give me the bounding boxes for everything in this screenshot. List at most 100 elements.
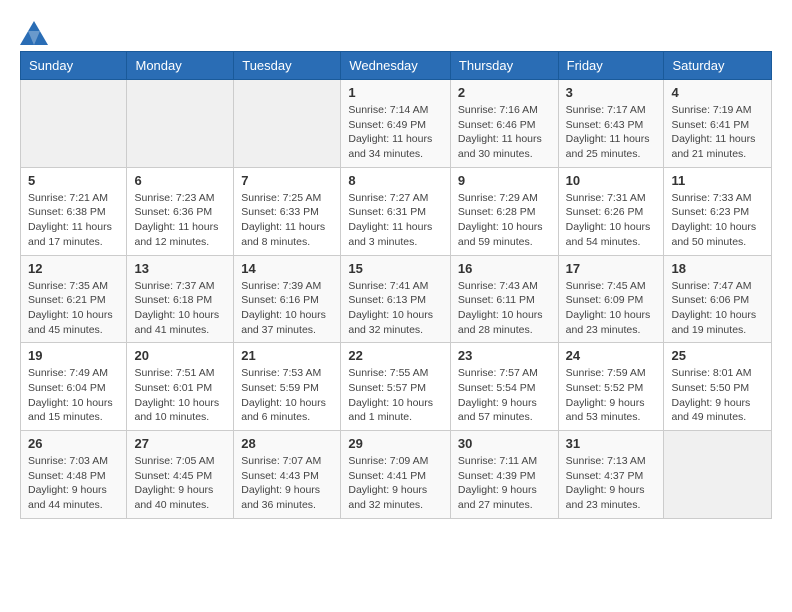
- calendar-week-row: 12Sunrise: 7:35 AM Sunset: 6:21 PM Dayli…: [21, 255, 772, 343]
- day-number: 3: [566, 85, 657, 100]
- day-number: 13: [134, 261, 226, 276]
- day-info: Sunrise: 7:05 AM Sunset: 4:45 PM Dayligh…: [134, 454, 226, 513]
- day-info: Sunrise: 7:31 AM Sunset: 6:26 PM Dayligh…: [566, 191, 657, 250]
- day-number: 16: [458, 261, 551, 276]
- day-number: 28: [241, 436, 333, 451]
- day-info: Sunrise: 7:37 AM Sunset: 6:18 PM Dayligh…: [134, 279, 226, 338]
- calendar-cell: 19 Sunrise: 7:49 AM Sunset: 6:04 PM Dayli…: [21, 343, 127, 431]
- day-info: Sunrise: 7:41 AM Sunset: 6:13 PM Dayligh…: [348, 279, 443, 338]
- day-header-friday: Friday: [558, 52, 664, 80]
- day-number: 18: [671, 261, 764, 276]
- day-number: 14: [241, 261, 333, 276]
- day-number: 19: [28, 348, 119, 363]
- calendar-cell: [664, 431, 772, 519]
- day-info: Sunrise: 7:55 AM Sunset: 5:57 PM Dayligh…: [348, 366, 443, 425]
- day-info: Sunrise: 7:53 AM Sunset: 5:59 PM Dayligh…: [241, 366, 333, 425]
- day-info: Sunrise: 7:59 AM Sunset: 5:52 PM Dayligh…: [566, 366, 657, 425]
- calendar-cell: 17 Sunrise: 7:45 AM Sunset: 6:09 PM Dayli…: [558, 255, 664, 343]
- calendar-cell: 4Sunrise: 7:19 AM Sunset: 6:41 PM Daylig…: [664, 80, 772, 168]
- day-number: 31: [566, 436, 657, 451]
- calendar-cell: 26 Sunrise: 7:03 AM Sunset: 4:48 PM Dayli…: [21, 431, 127, 519]
- day-number: 9: [458, 173, 551, 188]
- day-number: 8: [348, 173, 443, 188]
- day-number: 26: [28, 436, 119, 451]
- day-info: Sunrise: 7:27 AM Sunset: 6:31 PM Dayligh…: [348, 191, 443, 250]
- logo: [20, 20, 48, 41]
- calendar-week-row: 19 Sunrise: 7:49 AM Sunset: 6:04 PM Dayli…: [21, 343, 772, 431]
- day-info: Sunrise: 7:35 AM Sunset: 6:21 PM Dayligh…: [28, 279, 119, 338]
- calendar-cell: 11 Sunrise: 7:33 AM Sunset: 6:23 PM Dayli…: [664, 167, 772, 255]
- day-number: 11: [671, 173, 764, 188]
- calendar-cell: 1Sunrise: 7:14 AM Sunset: 6:49 PM Daylig…: [341, 80, 451, 168]
- day-header-monday: Monday: [127, 52, 234, 80]
- day-number: 25: [671, 348, 764, 363]
- calendar-cell: 29 Sunrise: 7:09 AM Sunset: 4:41 PM Dayli…: [341, 431, 451, 519]
- day-number: 1: [348, 85, 443, 100]
- calendar-cell: 16 Sunrise: 7:43 AM Sunset: 6:11 PM Dayli…: [450, 255, 558, 343]
- calendar-cell: 13 Sunrise: 7:37 AM Sunset: 6:18 PM Dayli…: [127, 255, 234, 343]
- day-info: Sunrise: 7:47 AM Sunset: 6:06 PM Dayligh…: [671, 279, 764, 338]
- day-info: Sunrise: 7:45 AM Sunset: 6:09 PM Dayligh…: [566, 279, 657, 338]
- day-info: Sunrise: 7:29 AM Sunset: 6:28 PM Dayligh…: [458, 191, 551, 250]
- calendar-cell: [234, 80, 341, 168]
- day-number: 7: [241, 173, 333, 188]
- day-info: Sunrise: 7:07 AM Sunset: 4:43 PM Dayligh…: [241, 454, 333, 513]
- day-info: Sunrise: 7:16 AM Sunset: 6:46 PM Dayligh…: [458, 103, 551, 162]
- calendar-cell: 7 Sunrise: 7:25 AM Sunset: 6:33 PM Daylig…: [234, 167, 341, 255]
- day-number: 30: [458, 436, 551, 451]
- page-header: [20, 20, 772, 41]
- calendar-cell: 15 Sunrise: 7:41 AM Sunset: 6:13 PM Dayli…: [341, 255, 451, 343]
- day-info: Sunrise: 7:33 AM Sunset: 6:23 PM Dayligh…: [671, 191, 764, 250]
- calendar-cell: 5 Sunrise: 7:21 AM Sunset: 6:38 PM Daylig…: [21, 167, 127, 255]
- calendar-cell: 28 Sunrise: 7:07 AM Sunset: 4:43 PM Dayli…: [234, 431, 341, 519]
- calendar-header-row: SundayMondayTuesdayWednesdayThursdayFrid…: [21, 52, 772, 80]
- day-number: 6: [134, 173, 226, 188]
- calendar-week-row: 26 Sunrise: 7:03 AM Sunset: 4:48 PM Dayli…: [21, 431, 772, 519]
- day-info: Sunrise: 7:39 AM Sunset: 6:16 PM Dayligh…: [241, 279, 333, 338]
- calendar-cell: 25 Sunrise: 8:01 AM Sunset: 5:50 PM Dayli…: [664, 343, 772, 431]
- day-info: Sunrise: 7:43 AM Sunset: 6:11 PM Dayligh…: [458, 279, 551, 338]
- day-info: Sunrise: 7:25 AM Sunset: 6:33 PM Dayligh…: [241, 191, 333, 250]
- calendar-cell: 9 Sunrise: 7:29 AM Sunset: 6:28 PM Daylig…: [450, 167, 558, 255]
- day-number: 29: [348, 436, 443, 451]
- day-info: Sunrise: 8:01 AM Sunset: 5:50 PM Dayligh…: [671, 366, 764, 425]
- day-info: Sunrise: 7:03 AM Sunset: 4:48 PM Dayligh…: [28, 454, 119, 513]
- day-info: Sunrise: 7:51 AM Sunset: 6:01 PM Dayligh…: [134, 366, 226, 425]
- calendar-cell: 6Sunrise: 7:23 AM Sunset: 6:36 PM Daylig…: [127, 167, 234, 255]
- calendar-cell: 14 Sunrise: 7:39 AM Sunset: 6:16 PM Dayli…: [234, 255, 341, 343]
- calendar-cell: 18 Sunrise: 7:47 AM Sunset: 6:06 PM Dayli…: [664, 255, 772, 343]
- calendar-week-row: 5 Sunrise: 7:21 AM Sunset: 6:38 PM Daylig…: [21, 167, 772, 255]
- calendar-cell: 20Sunrise: 7:51 AM Sunset: 6:01 PM Dayli…: [127, 343, 234, 431]
- day-info: Sunrise: 7:19 AM Sunset: 6:41 PM Dayligh…: [671, 103, 764, 162]
- day-info: Sunrise: 7:09 AM Sunset: 4:41 PM Dayligh…: [348, 454, 443, 513]
- day-header-wednesday: Wednesday: [341, 52, 451, 80]
- calendar-cell: 12Sunrise: 7:35 AM Sunset: 6:21 PM Dayli…: [21, 255, 127, 343]
- day-number: 17: [566, 261, 657, 276]
- calendar-cell: [21, 80, 127, 168]
- calendar-cell: 24Sunrise: 7:59 AM Sunset: 5:52 PM Dayli…: [558, 343, 664, 431]
- day-info: Sunrise: 7:21 AM Sunset: 6:38 PM Dayligh…: [28, 191, 119, 250]
- day-number: 22: [348, 348, 443, 363]
- calendar-cell: 8 Sunrise: 7:27 AM Sunset: 6:31 PM Daylig…: [341, 167, 451, 255]
- day-number: 5: [28, 173, 119, 188]
- day-header-saturday: Saturday: [664, 52, 772, 80]
- calendar-cell: 2 Sunrise: 7:16 AM Sunset: 6:46 PM Daylig…: [450, 80, 558, 168]
- day-info: Sunrise: 7:17 AM Sunset: 6:43 PM Dayligh…: [566, 103, 657, 162]
- logo-icon: [20, 21, 44, 41]
- day-number: 21: [241, 348, 333, 363]
- day-header-thursday: Thursday: [450, 52, 558, 80]
- day-number: 15: [348, 261, 443, 276]
- calendar-week-row: 1Sunrise: 7:14 AM Sunset: 6:49 PM Daylig…: [21, 80, 772, 168]
- calendar-cell: 27 Sunrise: 7:05 AM Sunset: 4:45 PM Dayli…: [127, 431, 234, 519]
- day-info: Sunrise: 7:49 AM Sunset: 6:04 PM Dayligh…: [28, 366, 119, 425]
- day-number: 2: [458, 85, 551, 100]
- calendar-cell: [127, 80, 234, 168]
- calendar-cell: 23Sunrise: 7:57 AM Sunset: 5:54 PM Dayli…: [450, 343, 558, 431]
- day-header-tuesday: Tuesday: [234, 52, 341, 80]
- calendar-table: SundayMondayTuesdayWednesdayThursdayFrid…: [20, 51, 772, 519]
- day-number: 27: [134, 436, 226, 451]
- day-number: 10: [566, 173, 657, 188]
- calendar-cell: 22 Sunrise: 7:55 AM Sunset: 5:57 PM Dayli…: [341, 343, 451, 431]
- calendar-cell: 21 Sunrise: 7:53 AM Sunset: 5:59 PM Dayli…: [234, 343, 341, 431]
- calendar-cell: 3 Sunrise: 7:17 AM Sunset: 6:43 PM Daylig…: [558, 80, 664, 168]
